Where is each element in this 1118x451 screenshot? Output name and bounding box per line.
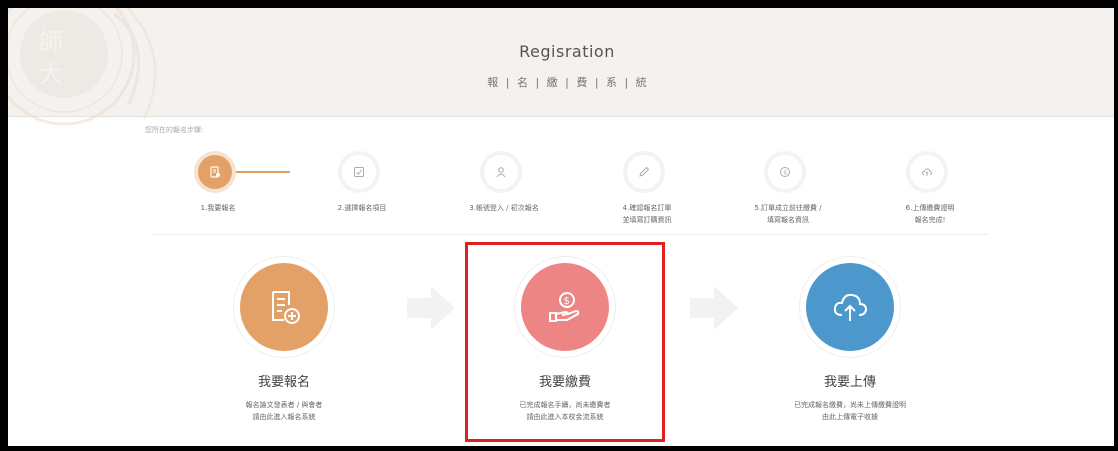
page-title: Regisration bbox=[519, 42, 615, 61]
arrow-right-icon bbox=[690, 286, 738, 330]
step-5-label: 5.訂單成立前往繳費 / 填寫報名資訊 bbox=[754, 204, 822, 224]
step-4-circle[interactable] bbox=[627, 155, 661, 189]
steps-heading: 您所在的報名步驟: bbox=[145, 126, 204, 134]
cloud-upload-icon bbox=[921, 168, 933, 176]
cloud-upload-icon bbox=[833, 293, 868, 321]
pencil-icon bbox=[639, 166, 650, 177]
upload-card-desc: 已完成報名繳費，尚未上傳繳費證明 由此上傳電子收據 bbox=[740, 399, 960, 423]
university-seal-logo: 師 大 bbox=[8, 8, 157, 126]
step-5-circle[interactable]: $ bbox=[768, 155, 802, 189]
register-card-title: 我要報名 bbox=[257, 375, 310, 390]
document-icon bbox=[210, 166, 220, 178]
step-6-circle[interactable] bbox=[910, 155, 944, 189]
step-2-circle[interactable] bbox=[342, 155, 376, 189]
checkbox-icon bbox=[354, 167, 364, 177]
section-divider bbox=[153, 234, 988, 235]
step-3-circle[interactable] bbox=[484, 155, 518, 189]
upload-card-button[interactable] bbox=[806, 263, 894, 351]
page-frame: 師 大 Regisration 報 | 名 | 繳 | 費 | 系 | 統 您所… bbox=[8, 8, 1114, 446]
header-banner: 師 大 Regisration 報 | 名 | 繳 | 費 | 系 | 統 bbox=[8, 8, 1114, 126]
highlight-box bbox=[465, 242, 665, 442]
step-3-label: 3.帳號登入 / 初次報名 bbox=[469, 204, 539, 212]
user-icon bbox=[496, 167, 506, 178]
svg-text:$: $ bbox=[783, 169, 787, 176]
upload-card-desc-line2: 由此上傳電子收據 bbox=[822, 413, 878, 421]
register-card-button[interactable] bbox=[240, 263, 328, 351]
step-1-label: 1.我要報名 bbox=[200, 204, 236, 212]
dollar-icon: $ bbox=[780, 167, 790, 177]
step-4-label: 4.確認報名訂單 並填寫訂購資訊 bbox=[622, 204, 672, 224]
register-card-desc-line1: 報名論文發表者 / 與會者 bbox=[245, 401, 323, 409]
upload-card-title: 我要上傳 bbox=[823, 375, 876, 390]
page-subtitle: 報 | 名 | 繳 | 費 | 系 | 統 bbox=[487, 76, 647, 89]
step-2-label: 2.選擇報名項目 bbox=[337, 204, 387, 212]
register-card-desc-line2: 請由此進入報名系統 bbox=[252, 413, 316, 421]
step-1-circle[interactable] bbox=[198, 155, 232, 189]
register-card-desc: 報名論文發表者 / 與會者 請由此進入報名系統 bbox=[174, 399, 394, 423]
step-progress-line bbox=[223, 171, 290, 173]
document-add-icon bbox=[272, 291, 300, 324]
arrow-right-icon bbox=[407, 286, 455, 330]
upload-card-desc-line1: 已完成報名繳費，尚未上傳繳費證明 bbox=[794, 401, 906, 409]
step-6-label: 6.上傳繳費證明 報名完成! bbox=[905, 204, 955, 224]
